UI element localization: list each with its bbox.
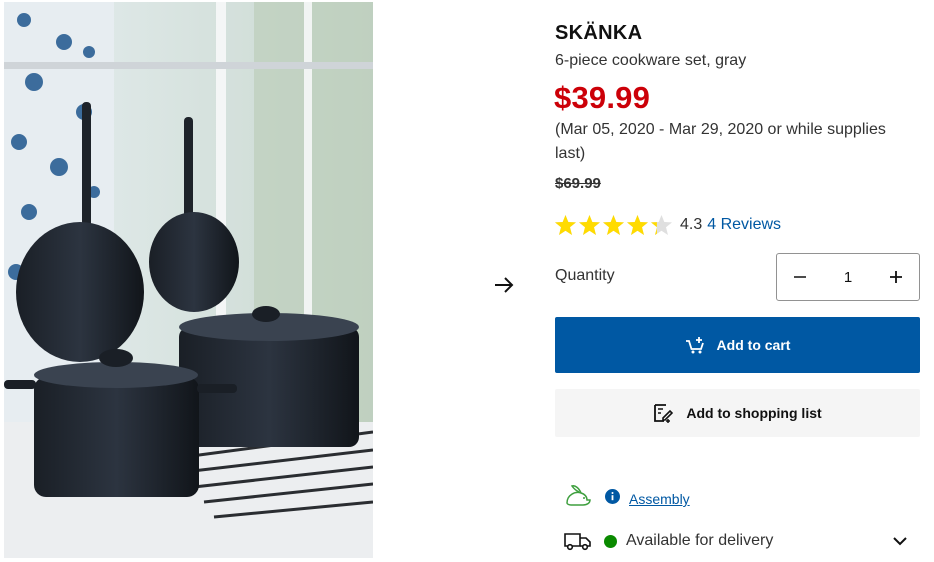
chevron-down-icon[interactable] xyxy=(890,531,910,551)
info-icon[interactable] xyxy=(605,488,620,504)
star-icon xyxy=(651,214,672,235)
quantity-stepper: 1 xyxy=(776,253,920,301)
plus-icon xyxy=(890,271,902,283)
gallery-next-button[interactable] xyxy=(492,273,516,297)
add-to-shopping-list-label: Add to shopping list xyxy=(686,405,822,421)
list-edit-icon xyxy=(653,403,674,423)
quantity-value[interactable]: 1 xyxy=(823,269,873,286)
truck-icon xyxy=(563,531,593,551)
price-validity: (Mar 05, 2020 - Mar 29, 2020 or while su… xyxy=(555,121,886,162)
previous-price: $69.99 xyxy=(555,175,601,192)
rating-row: 4.3 4 Reviews xyxy=(554,211,781,239)
assembly-link[interactable]: Assembly xyxy=(629,491,690,507)
rating-score: 4.3 xyxy=(680,216,703,233)
product-name: SKÄNKA xyxy=(555,22,643,44)
minus-icon xyxy=(794,276,806,278)
star-icon xyxy=(603,214,624,235)
add-to-cart-label: Add to cart xyxy=(716,337,791,353)
reviews-link[interactable]: 4 Reviews xyxy=(707,216,781,234)
cookware-photo xyxy=(4,2,373,558)
product-price: $39.99 xyxy=(554,80,651,115)
delivery-label: Available for delivery xyxy=(626,532,774,549)
star-icon xyxy=(555,214,576,235)
rabbit-icon xyxy=(563,483,593,509)
rating-stars xyxy=(554,214,673,237)
add-to-cart-button[interactable]: Add to cart xyxy=(555,317,920,373)
assembly-row: Assembly xyxy=(563,480,690,512)
add-to-shopping-list-button[interactable]: Add to shopping list xyxy=(555,389,920,437)
quantity-label: Quantity xyxy=(555,267,615,284)
cart-plus-icon xyxy=(685,336,707,354)
star-icon xyxy=(627,214,648,235)
arrow-right-icon xyxy=(495,277,514,293)
product-image xyxy=(4,2,373,558)
quantity-increment-button[interactable] xyxy=(873,254,919,300)
product-description: 6-piece cookware set, gray xyxy=(555,52,747,69)
quantity-decrement-button[interactable] xyxy=(777,254,823,300)
delivery-status-dot xyxy=(604,534,617,548)
delivery-row[interactable]: Available for delivery xyxy=(563,527,920,555)
star-icon xyxy=(579,214,600,235)
